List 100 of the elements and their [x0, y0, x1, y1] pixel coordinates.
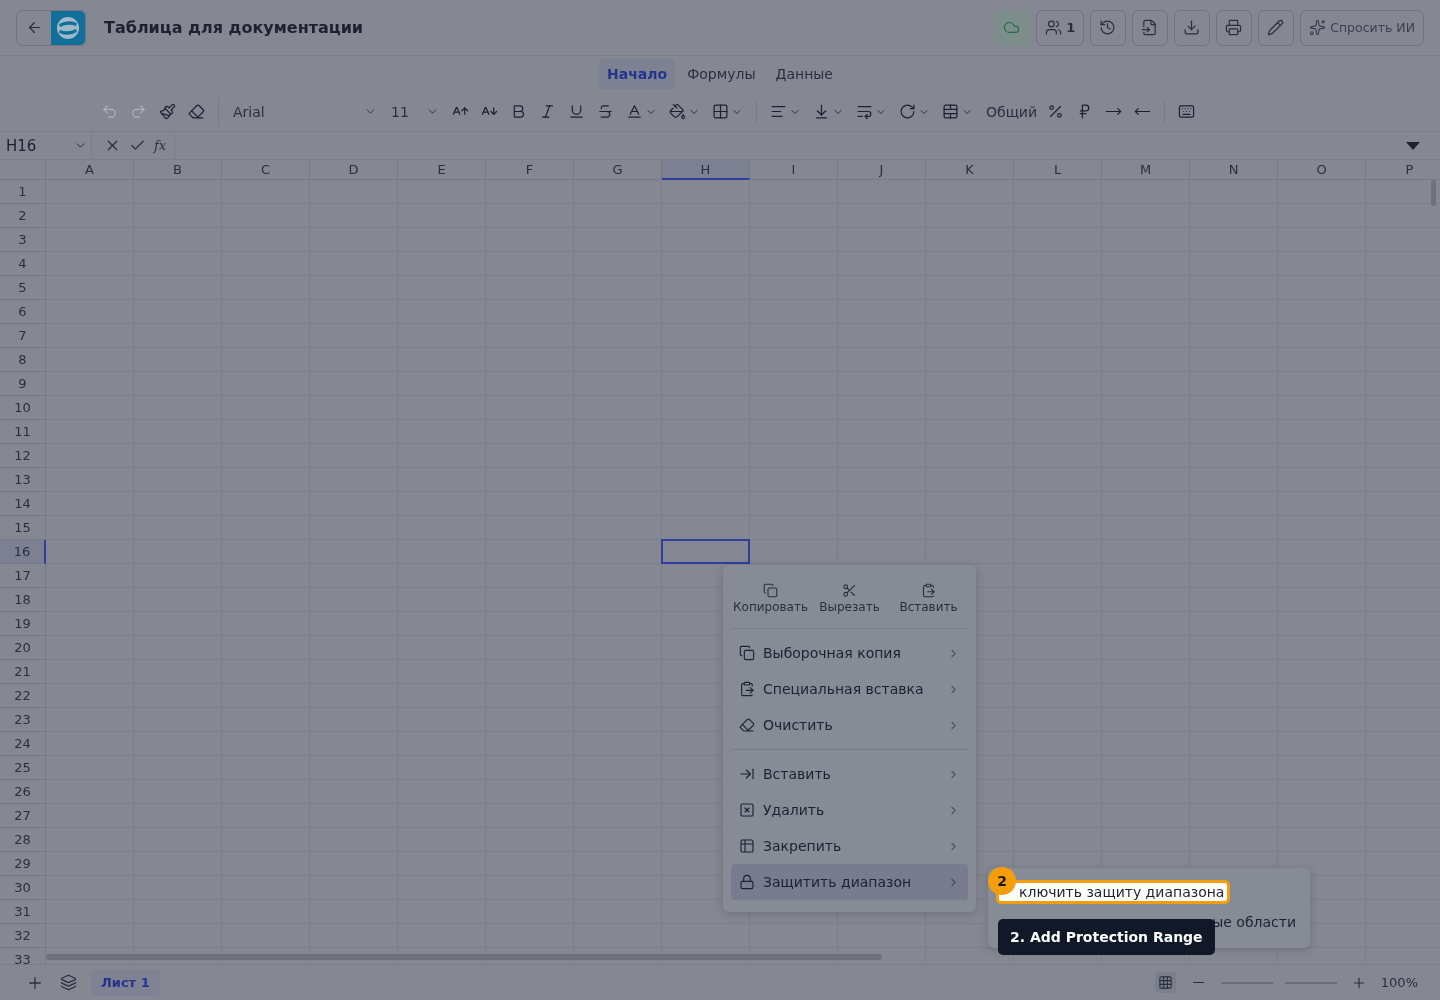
column-header[interactable]: M — [1102, 160, 1190, 180]
row-header[interactable]: 30 — [0, 876, 46, 900]
download-button[interactable] — [1174, 9, 1211, 46]
table-icon — [739, 838, 755, 854]
ribbon-tab[interactable]: Формулы — [679, 59, 764, 89]
lock-icon — [739, 874, 755, 890]
menu-item[interactable]: Очистить — [731, 707, 968, 743]
layers-icon — [60, 974, 77, 991]
ribbon-tab[interactable]: Начало — [599, 59, 676, 89]
copy-icon — [763, 583, 778, 598]
row-header[interactable]: 28 — [0, 828, 46, 852]
row-header[interactable]: 13 — [0, 468, 46, 492]
column-header[interactable]: H — [662, 160, 750, 180]
column-header[interactable]: L — [1014, 160, 1102, 180]
selected-cell[interactable] — [661, 539, 750, 564]
row-header[interactable]: 1 — [0, 180, 46, 204]
ribbon-tab[interactable]: Данные — [767, 59, 841, 89]
row-header[interactable]: 29 — [0, 852, 46, 876]
row-header[interactable]: 23 — [0, 708, 46, 732]
column-header[interactable]: F — [486, 160, 574, 180]
history-icon — [1099, 19, 1117, 36]
row-header[interactable]: 33 — [0, 948, 46, 964]
column-header[interactable]: I — [750, 160, 838, 180]
app-logo-icon — [51, 10, 85, 45]
menu-item[interactable]: Вставить — [731, 756, 968, 792]
menu-item[interactable]: Закрепить — [731, 828, 968, 864]
row-header[interactable]: 19 — [0, 612, 46, 636]
row-header[interactable]: 3 — [0, 228, 46, 252]
row-header[interactable]: 9 — [0, 372, 46, 396]
toolbar-dropdown[interactable]: Общий — [980, 97, 1040, 126]
printer-icon — [1225, 19, 1243, 36]
edit-button[interactable] — [1258, 9, 1295, 46]
menu-item[interactable]: Удалить — [731, 792, 968, 828]
column-header[interactable]: O — [1278, 160, 1366, 180]
toolbar-dropdown[interactable]: Arial — [227, 97, 383, 126]
row-header[interactable]: 4 — [0, 252, 46, 276]
row-header[interactable]: 27 — [0, 804, 46, 828]
menu-quick-action[interactable]: Вставить — [889, 579, 968, 618]
row-header[interactable]: 31 — [0, 900, 46, 924]
row-header[interactable]: 18 — [0, 588, 46, 612]
toolbar-dropdown[interactable]: 11 — [385, 97, 445, 126]
sparkles-icon — [1309, 19, 1327, 36]
menu-item[interactable]: Защитить диапазон — [731, 864, 968, 900]
horizontal-scrollbar[interactable] — [46, 954, 882, 960]
menu-item[interactable]: Специальная вставка — [731, 671, 968, 707]
row-header[interactable]: 6 — [0, 300, 46, 324]
history-button[interactable] — [1090, 9, 1127, 46]
ai-button[interactable]: Спросить ИИ — [1300, 9, 1424, 46]
pencil-icon — [1267, 19, 1285, 36]
cell-reference-field[interactable]: H16 — [0, 131, 92, 160]
column-header[interactable]: B — [134, 160, 222, 180]
sheet-list-button[interactable] — [58, 972, 79, 993]
menu-quick-action[interactable]: Копировать — [731, 579, 810, 618]
print-button[interactable] — [1216, 9, 1253, 46]
row-header[interactable]: 20 — [0, 636, 46, 660]
row-header[interactable]: 8 — [0, 348, 46, 372]
row-header[interactable]: 32 — [0, 924, 46, 948]
row-header[interactable]: 5 — [0, 276, 46, 300]
row-header[interactable]: 11 — [0, 420, 46, 444]
expand-triangle-icon[interactable] — [1406, 141, 1420, 150]
column-header[interactable]: A — [46, 160, 134, 180]
column-header[interactable]: D — [310, 160, 398, 180]
row-header[interactable]: 12 — [0, 444, 46, 468]
document-title: Таблица для документации — [104, 18, 365, 37]
scissors-icon — [842, 583, 857, 598]
column-header[interactable]: J — [838, 160, 926, 180]
insert-icon — [739, 766, 755, 782]
step-badge: 2 — [988, 867, 1016, 895]
delete-icon — [739, 802, 755, 818]
menu-quick-action[interactable]: Вырезать — [810, 579, 889, 618]
cloud-icon — [1003, 19, 1021, 36]
row-header[interactable]: 2 — [0, 204, 46, 228]
import-button[interactable] — [1132, 9, 1169, 46]
column-header[interactable]: P — [1366, 160, 1440, 180]
row-header[interactable]: 24 — [0, 732, 46, 756]
users-icon — [1045, 19, 1063, 36]
row-header[interactable]: 14 — [0, 492, 46, 516]
row-header[interactable]: 25 — [0, 756, 46, 780]
minus-icon — [1192, 981, 1204, 984]
zoom-percent: 100% — [1380, 975, 1418, 990]
gridlines-button[interactable] — [1154, 972, 1176, 993]
row-header[interactable]: 22 — [0, 684, 46, 708]
row-header[interactable]: 21 — [0, 660, 46, 684]
menu-item[interactable]: Выборочная копия — [731, 635, 968, 671]
column-header[interactable]: E — [398, 160, 486, 180]
row-header[interactable]: 10 — [0, 396, 46, 420]
copy-icon — [739, 645, 755, 661]
download-icon — [1183, 19, 1201, 36]
users-button[interactable]: 1 — [1036, 9, 1085, 46]
row-header[interactable]: 16 — [0, 540, 46, 564]
row-header[interactable]: 7 — [0, 324, 46, 348]
row-header[interactable]: 26 — [0, 780, 46, 804]
paste-icon — [739, 681, 755, 697]
row-header[interactable]: 17 — [0, 564, 46, 588]
function-button[interactable]: fx — [150, 138, 171, 153]
sheet-tab[interactable]: Лист 1 — [91, 969, 160, 996]
vertical-scrollbar[interactable] — [1431, 180, 1436, 206]
column-header[interactable]: K — [926, 160, 1014, 180]
column-header[interactable]: C — [222, 160, 310, 180]
column-header[interactable]: N — [1190, 160, 1278, 180]
